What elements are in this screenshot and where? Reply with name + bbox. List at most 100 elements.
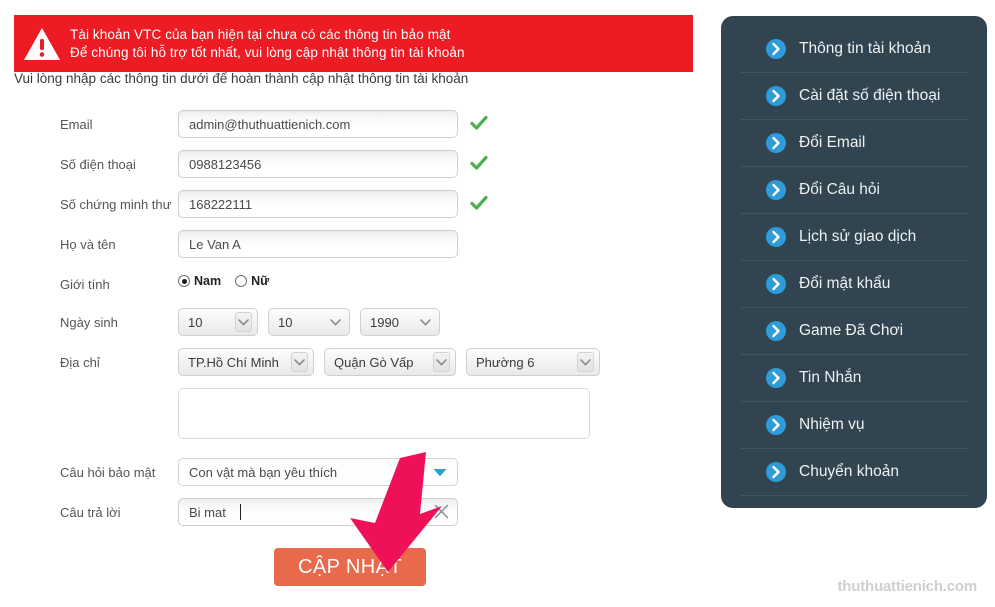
sidebar-item-account-info[interactable]: Thông tin tài khoản xyxy=(741,26,967,73)
alert-line-1: Tài khoản VTC của bạn hiện tại chưa có c… xyxy=(70,26,451,42)
sidebar-item-label: Chuyển khoản xyxy=(799,463,899,480)
address-detail-textarea[interactable] xyxy=(178,388,590,439)
label-address-detail-spacer xyxy=(0,388,178,395)
address-district-value: Quận Gò Vấp xyxy=(334,354,414,370)
chevron-right-circle-icon xyxy=(765,320,787,342)
check-icon-email xyxy=(470,114,488,132)
control-gender: Nam Nữ xyxy=(178,270,283,288)
form-row-address-detail xyxy=(0,388,700,444)
control-email xyxy=(178,110,488,138)
security-question-select[interactable]: Con vật mà bạn yêu thích xyxy=(178,458,458,486)
security-answer-input[interactable] xyxy=(178,498,458,526)
sidebar-item-label: Đổi Email xyxy=(799,134,866,151)
dob-day-value: 10 xyxy=(188,314,203,330)
chevron-right-circle-icon xyxy=(765,38,787,60)
control-security-answer xyxy=(178,498,458,526)
address-ward-value: Phường 6 xyxy=(476,354,535,370)
sidebar-item-games-played[interactable]: Game Đã Chơi xyxy=(741,308,967,355)
form-row-gender: Giới tính Nam Nữ xyxy=(0,270,700,292)
form-row-id-number: Số chứng minh thư xyxy=(0,190,700,218)
sidebar-item-transaction-history[interactable]: Lịch sử giao dịch xyxy=(741,214,967,261)
full-name-input[interactable] xyxy=(178,230,458,258)
gender-radio-group: Nam Nữ xyxy=(178,270,283,288)
update-button[interactable]: CẬP NHẬT xyxy=(274,548,426,586)
instruction-text: Vui lòng nhập các thông tin dưới để hoàn… xyxy=(14,71,469,86)
security-alert-banner: Tài khoản VTC của bạn hiện tại chưa có c… xyxy=(14,15,693,72)
chevron-down-icon xyxy=(235,312,252,332)
form-row-dob: Ngày sinh 10 10 1990 xyxy=(0,308,700,336)
sidebar-item-phone-settings[interactable]: Cài đặt số điện thoại xyxy=(741,73,967,120)
chevron-right-circle-icon xyxy=(765,367,787,389)
email-input[interactable] xyxy=(178,110,458,138)
sidebar-item-change-question[interactable]: Đổi Câu hỏi xyxy=(741,167,967,214)
close-x-icon[interactable] xyxy=(434,504,449,519)
sidebar-item-change-email[interactable]: Đổi Email xyxy=(741,120,967,167)
control-id-number xyxy=(178,190,488,218)
sidebar-item-label: Cài đặt số điện thoại xyxy=(799,87,941,104)
account-update-form: Email Số điện thoại Số chứng minh thư xyxy=(0,110,700,526)
sidebar-item-label: Nhiệm vụ xyxy=(799,416,865,433)
dob-year-value: 1990 xyxy=(370,314,399,330)
address-ward-select[interactable]: Phường 6 xyxy=(466,348,600,376)
check-icon-phone xyxy=(470,154,488,172)
radio-dot-male-icon xyxy=(178,275,190,287)
address-province-select[interactable]: TP.Hồ Chí Minh xyxy=(178,348,314,376)
gender-radio-female[interactable]: Nữ xyxy=(235,274,269,288)
chevron-down-icon xyxy=(417,312,434,332)
chevron-right-circle-icon xyxy=(765,414,787,436)
sidebar-item-messages[interactable]: Tin Nhắn xyxy=(741,355,967,402)
label-phone: Số điện thoại xyxy=(60,157,136,172)
gender-radio-male[interactable]: Nam xyxy=(178,274,221,288)
chevron-right-circle-icon xyxy=(765,273,787,295)
sidebar-item-change-password[interactable]: Đổi mật khẩu xyxy=(741,261,967,308)
chevron-down-icon xyxy=(291,352,308,372)
chevron-right-circle-icon xyxy=(765,461,787,483)
form-row-email: Email xyxy=(0,110,700,138)
label-dob: Ngày sinh xyxy=(60,315,118,330)
sidebar-item-missions[interactable]: Nhiệm vụ xyxy=(741,402,967,449)
address-select-row: TP.Hồ Chí Minh Quận Gò Vấp Phường 6 xyxy=(178,348,600,376)
sidebar-item-label: Thông tin tài khoản xyxy=(799,40,931,57)
dob-select-row: 10 10 1990 xyxy=(178,308,440,336)
address-province-value: TP.Hồ Chí Minh xyxy=(188,354,279,370)
id-number-input[interactable] xyxy=(178,190,458,218)
phone-input[interactable] xyxy=(178,150,458,178)
label-security-question: Câu hỏi bảo mật xyxy=(60,465,156,480)
form-row-full-name: Họ và tên xyxy=(0,230,700,258)
chevron-right-circle-icon xyxy=(765,179,787,201)
control-full-name xyxy=(178,230,458,258)
submit-row: CẬP NHẬT xyxy=(0,548,700,586)
sidebar-item-label: Tin Nhắn xyxy=(799,369,862,386)
control-phone xyxy=(178,150,488,178)
site-watermark: thuthuattienich.com xyxy=(837,578,977,595)
check-icon-id-number xyxy=(470,194,488,212)
caret-down-icon xyxy=(433,468,447,477)
form-row-address: Địa chỉ TP.Hồ Chí Minh Quận Gò Vấp Phườn… xyxy=(0,348,700,376)
chevron-right-circle-icon xyxy=(765,226,787,248)
label-gender: Giới tính xyxy=(60,277,110,292)
form-row-phone: Số điện thoại xyxy=(0,150,700,178)
control-address: TP.Hồ Chí Minh Quận Gò Vấp Phường 6 xyxy=(178,348,600,376)
form-row-security-question: Câu hỏi bảo mật Con vật mà bạn yêu thích xyxy=(0,458,700,486)
dob-month-select[interactable]: 10 xyxy=(268,308,350,336)
chevron-down-icon xyxy=(577,352,594,372)
chevron-down-icon xyxy=(327,312,344,332)
chevron-right-circle-icon xyxy=(765,85,787,107)
label-id-number: Số chứng minh thư xyxy=(60,197,172,212)
sidebar-item-label: Đổi mật khẩu xyxy=(799,275,891,292)
sidebar-item-transfer[interactable]: Chuyển khoản xyxy=(741,449,967,496)
label-full-name: Họ và tên xyxy=(60,237,116,252)
control-dob: 10 10 1990 xyxy=(178,308,440,336)
dob-day-select[interactable]: 10 xyxy=(178,308,258,336)
chevron-down-icon xyxy=(433,352,450,372)
sidebar-item-label: Lịch sử giao dịch xyxy=(799,228,917,245)
address-district-select[interactable]: Quận Gò Vấp xyxy=(324,348,456,376)
control-security-question: Con vật mà bạn yêu thích xyxy=(178,458,458,486)
security-question-value: Con vật mà bạn yêu thích xyxy=(189,464,338,480)
label-security-answer: Câu trả lời xyxy=(60,505,121,520)
dob-year-select[interactable]: 1990 xyxy=(360,308,440,336)
label-address: Địa chỉ xyxy=(60,355,100,370)
form-row-security-answer: Câu trả lời xyxy=(0,498,700,526)
radio-dot-female-icon xyxy=(235,275,248,287)
dob-month-value: 10 xyxy=(278,314,293,330)
